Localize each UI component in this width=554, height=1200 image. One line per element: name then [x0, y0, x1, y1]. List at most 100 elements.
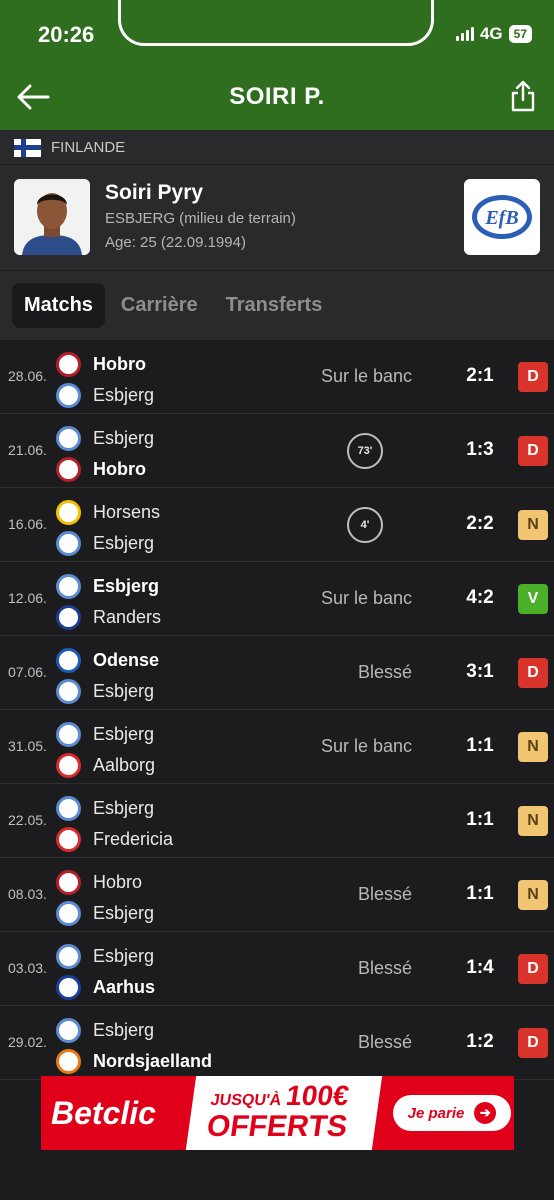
player-match-status: Blessé [357, 958, 412, 978]
tab-matchs[interactable]: Matchs [12, 283, 105, 328]
team-name: Esbjerg [93, 576, 160, 596]
team-name: Esbjerg [93, 903, 155, 923]
player-match-status: Sur le banc [320, 736, 412, 756]
player-card: Soiri Pyry ESBJERG (milieu de terrain) A… [0, 164, 554, 270]
esbjerg-crest-icon [56, 944, 81, 969]
player-club-position: ESBJERG (milieu de terrain) [105, 210, 296, 227]
aalborg-crest-icon [56, 753, 81, 778]
result-badge: D [518, 954, 548, 984]
tab-transferts[interactable]: Transferts [214, 283, 335, 328]
player-avatar [14, 179, 90, 255]
betclic-ad-banner[interactable]: Betclic JUSQU'À 100€ OFFERTS Je parie ➔ [41, 1076, 514, 1150]
home-team: Horsens [56, 500, 160, 525]
esbjerg-crest-icon [56, 383, 81, 408]
share-icon[interactable] [510, 80, 536, 112]
tab-bar: Matchs Carrière Transferts [0, 270, 554, 340]
match-row[interactable]: 16.06. Horsens Esbjerg 4' 2:2 N [0, 488, 554, 562]
esbjerg-crest-icon [56, 901, 81, 926]
status-time: 20:26 [38, 22, 95, 47]
home-team: Esbjerg [56, 574, 159, 599]
arrow-right-icon: ➔ [474, 1102, 497, 1124]
away-team: Esbjerg [56, 383, 154, 408]
team-name: Esbjerg [93, 798, 155, 818]
away-team: Esbjerg [56, 679, 154, 704]
odense-crest-icon [56, 648, 81, 673]
match-row[interactable]: 22.05. Esbjerg Fredericia 1:1 N [0, 784, 554, 858]
away-team: Fredericia [56, 827, 173, 852]
tab-carriere[interactable]: Carrière [109, 283, 210, 328]
horsens-crest-icon [56, 500, 81, 525]
randers-crest-icon [56, 605, 81, 630]
match-date: 29.02. [8, 1034, 47, 1050]
team-name: Nordsjaelland [93, 1051, 213, 1071]
ad-cta-button[interactable]: Je parie ➔ [393, 1095, 511, 1131]
status-bar: 20:26 4G 57 [0, 0, 554, 64]
device-notch [118, 0, 434, 46]
hobro-crest-icon [56, 457, 81, 482]
esbjerg-crest-icon [56, 679, 81, 704]
match-score: 1:1 [466, 735, 494, 756]
ad-cta-label: Je parie [407, 1104, 465, 1122]
hobro-crest-icon [56, 352, 81, 377]
match-date: 28.06. [8, 368, 47, 384]
match-row[interactable]: 08.03. Hobro Esbjerg Blessé 1:1 N [0, 858, 554, 932]
team-name: Odense [93, 650, 160, 670]
match-date: 08.03. [8, 886, 47, 902]
match-row[interactable]: 12.06. Esbjerg Randers Sur le banc 4:2 V [0, 562, 554, 636]
home-team: Esbjerg [56, 1018, 154, 1043]
team-name: Horsens [93, 502, 161, 522]
team-name: Esbjerg [93, 533, 155, 553]
back-arrow-icon[interactable] [16, 82, 50, 112]
result-badge: D [518, 436, 548, 466]
battery-icon: 57 [508, 25, 532, 43]
away-team: Aalborg [56, 753, 155, 778]
ad-brand: Betclic [51, 1094, 156, 1131]
match-date: 07.06. [8, 664, 47, 680]
result-badge: N [518, 510, 548, 540]
signal-icon [455, 27, 474, 41]
hobro-crest-icon [56, 870, 81, 895]
team-name: Esbjerg [93, 724, 155, 744]
result-badge: N [518, 732, 548, 762]
esbjerg-crest-icon [56, 796, 81, 821]
ad-prefix: JUSQU'À [209, 1091, 283, 1109]
result-badge: V [518, 584, 548, 614]
team-name: Esbjerg [93, 428, 155, 448]
away-team: Nordsjaelland [56, 1049, 212, 1074]
result-badge: D [518, 1028, 548, 1058]
network-label: 4G [479, 24, 503, 43]
match-score: 3:1 [466, 661, 494, 682]
away-team: Esbjerg [56, 531, 154, 556]
away-team: Esbjerg [56, 901, 154, 926]
ad-amount: 100€ [284, 1079, 351, 1111]
match-score: 2:1 [466, 365, 494, 386]
club-logo[interactable]: EfB [464, 179, 540, 255]
match-row[interactable]: 31.05. Esbjerg Aalborg Sur le banc 1:1 N [0, 710, 554, 784]
esbjerg-crest-icon [56, 531, 81, 556]
svg-text:EfB: EfB [484, 207, 518, 229]
match-row[interactable]: 03.03. Esbjerg Aarhus Blessé 1:4 D [0, 932, 554, 1006]
home-team: Hobro [56, 352, 146, 377]
match-row[interactable]: 29.02. Esbjerg Nordsjaelland Blessé 1:2 D [0, 1006, 554, 1080]
result-badge: N [518, 806, 548, 836]
match-row[interactable]: 07.06. Odense Esbjerg Blessé 3:1 D [0, 636, 554, 710]
match-row[interactable]: 28.06. Hobro Esbjerg Sur le banc 2:1 D [0, 340, 554, 414]
match-score: 2:2 [466, 513, 494, 534]
team-name: Hobro [93, 354, 146, 374]
page-title: SOIRI P. [229, 83, 325, 110]
esbjerg-crest-icon: EfB [472, 195, 532, 239]
match-row[interactable]: 21.06. Esbjerg Hobro 73' 1:3 D [0, 414, 554, 488]
esbjerg-crest-icon [56, 722, 81, 747]
team-name: Esbjerg [93, 681, 155, 701]
esbjerg-crest-icon [56, 574, 81, 599]
team-name: Esbjerg [93, 1020, 155, 1040]
match-score: 1:3 [466, 439, 494, 460]
country-name: FINLANDE [51, 139, 126, 156]
team-name: Hobro [93, 872, 143, 892]
match-score: 1:1 [466, 809, 494, 830]
home-team: Esbjerg [56, 796, 154, 821]
player-match-status: Sur le banc [320, 366, 412, 386]
match-date: 22.05. [8, 812, 47, 828]
player-name: Soiri Pyry [105, 181, 204, 204]
team-name: Randers [93, 607, 162, 627]
